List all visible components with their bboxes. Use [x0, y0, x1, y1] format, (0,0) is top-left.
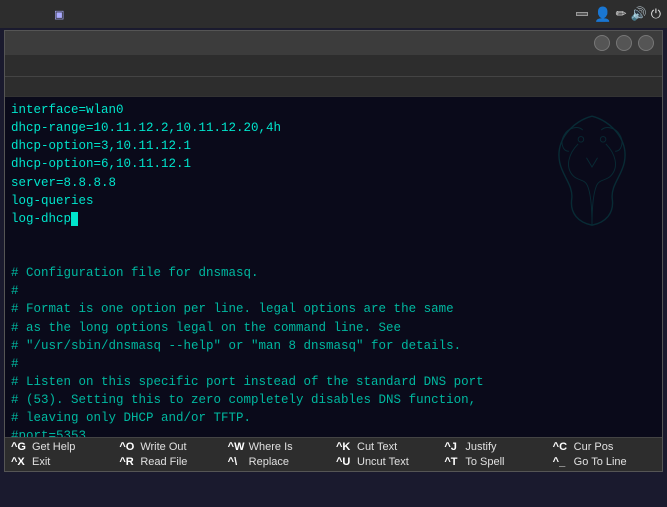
shortcut-label: To Spell: [465, 456, 504, 468]
dragon-watermark: [542, 107, 642, 227]
terminal-window: interface=wlan0dhcp-range=10.11.12.2,10.…: [4, 30, 663, 472]
applications-menu[interactable]: [6, 12, 24, 16]
maximize-button[interactable]: [616, 35, 632, 51]
shortcut-key: ^C: [553, 441, 571, 453]
user-icon: 👤: [594, 6, 611, 23]
shortcut-key: ^U: [336, 456, 354, 468]
shortcut-label: Justify: [465, 441, 496, 453]
shortcut-item[interactable]: ^WWhere Is: [226, 440, 333, 454]
editor-line: # Listen on this specific port instead o…: [11, 373, 656, 391]
shortcut-label: Exit: [32, 456, 50, 468]
editor-line: # Configuration file for dnsmasq.: [11, 264, 656, 282]
editor-line: # as the long options legal on the comma…: [11, 319, 656, 337]
shortcut-item[interactable]: ^UUncut Text: [334, 455, 441, 469]
tray-icons: 👤 ✏ 🔊 ⏻: [594, 6, 661, 23]
system-bar-left: ▣: [6, 6, 222, 23]
editor-line: #: [11, 282, 656, 300]
terminal-controls: [594, 35, 654, 51]
editor-line: # leaving only DHCP and/or TFTP.: [11, 409, 656, 427]
nano-statusbar: [5, 77, 662, 97]
shortcut-key: ^_: [553, 456, 571, 468]
terminal-titlebar: [5, 31, 662, 55]
minimize-button[interactable]: [594, 35, 610, 51]
shortcut-label: Get Help: [32, 441, 75, 453]
shortcut-label: Go To Line: [574, 456, 627, 468]
shortcut-key: ^\: [228, 456, 246, 468]
shortcut-item[interactable]: ^JJustify: [442, 440, 549, 454]
workspace-indicator[interactable]: [576, 12, 588, 16]
shortcut-item[interactable]: ^RRead File: [117, 455, 224, 469]
shortcut-label: Replace: [249, 456, 289, 468]
shortcut-key: ^J: [444, 441, 462, 453]
nano-menubar: [5, 55, 662, 77]
pen-icon: ✏: [616, 6, 627, 22]
editor-area[interactable]: interface=wlan0dhcp-range=10.11.12.2,10.…: [5, 97, 662, 437]
places-menu[interactable]: [26, 12, 44, 16]
shortcut-label: Uncut Text: [357, 456, 409, 468]
editor-line: [11, 246, 656, 264]
terminal-menu[interactable]: ▣: [46, 6, 78, 23]
shortcut-key: ^K: [336, 441, 354, 453]
power-icon[interactable]: ⏻: [651, 6, 661, 22]
editor-line: #: [11, 355, 656, 373]
editor-line: [11, 228, 656, 246]
close-button[interactable]: [638, 35, 654, 51]
shortcut-label: Where Is: [249, 441, 293, 453]
shortcut-item[interactable]: ^KCut Text: [334, 440, 441, 454]
shortcut-label: Cut Text: [357, 441, 397, 453]
editor-line: # (53). Setting this to zero completely …: [11, 391, 656, 409]
shortcut-item[interactable]: ^TTo Spell: [442, 455, 549, 469]
shortcut-key: ^X: [11, 456, 29, 468]
system-tray: 👤 ✏ 🔊 ⏻: [445, 6, 661, 23]
shortcut-item[interactable]: ^GGet Help: [9, 440, 116, 454]
editor-line: #port=5353: [11, 427, 656, 437]
cursor: [71, 212, 78, 226]
shortcut-item[interactable]: ^_Go To Line: [551, 455, 658, 469]
volume-icon: 🔊: [631, 6, 647, 22]
editor-line: # Format is one option per line. legal o…: [11, 300, 656, 318]
shortcut-key: ^W: [228, 441, 246, 453]
shortcut-label: Cur Pos: [574, 441, 614, 453]
shortcut-label: Read File: [140, 456, 187, 468]
shortcut-key: ^O: [119, 441, 137, 453]
shortcut-key: ^R: [119, 456, 137, 468]
shortcut-item[interactable]: ^XExit: [9, 455, 116, 469]
editor-line: # "/usr/sbin/dnsmasq --help" or "man 8 d…: [11, 337, 656, 355]
shortcut-item[interactable]: ^CCur Pos: [551, 440, 658, 454]
nano-shortcuts: ^GGet Help^OWrite Out^WWhere Is^KCut Tex…: [5, 437, 662, 471]
shortcut-label: Write Out: [140, 441, 186, 453]
shortcut-item[interactable]: ^\Replace: [226, 455, 333, 469]
shortcut-key: ^G: [11, 441, 29, 453]
system-bar: ▣ 👤 ✏ 🔊 ⏻: [0, 0, 667, 28]
shortcut-item[interactable]: ^OWrite Out: [117, 440, 224, 454]
shortcut-key: ^T: [444, 456, 462, 468]
